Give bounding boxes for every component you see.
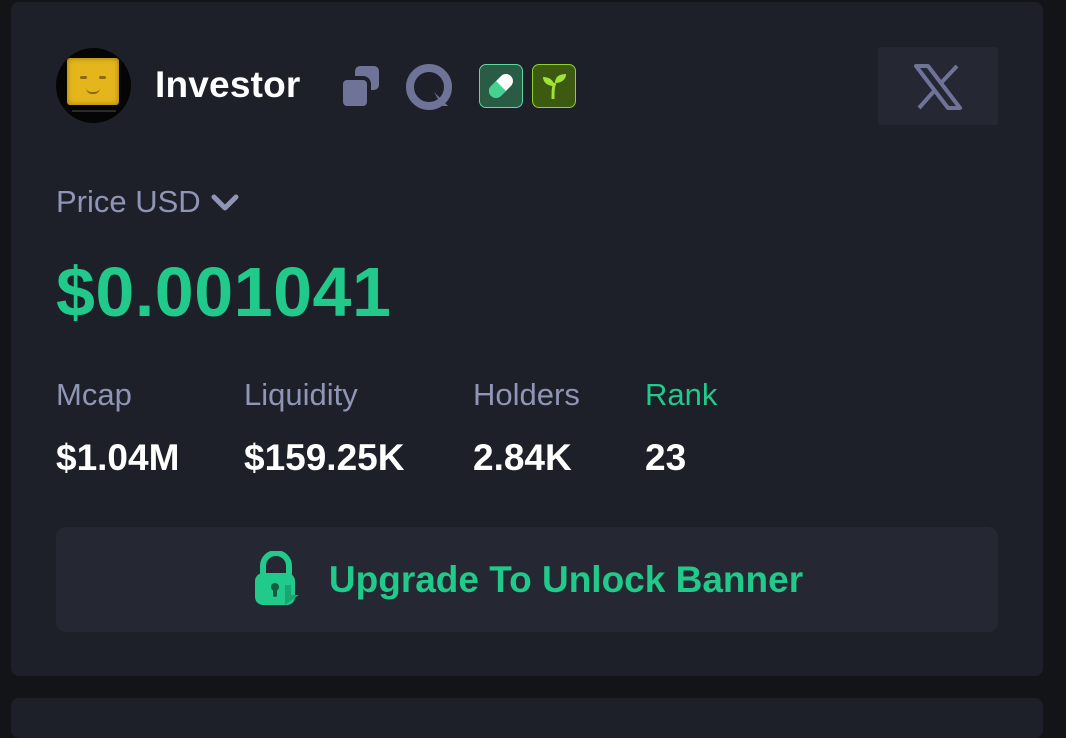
avatar-face [67,58,119,105]
stat-liquidity: Liquidity $159.25K [244,377,404,479]
chevron-down-icon [211,194,239,211]
lock-icon [254,550,299,605]
sprout-badge-icon[interactable] [532,64,576,108]
next-card [11,698,1043,738]
stat-rank[interactable]: Rank 23 [645,377,717,479]
stat-holders[interactable]: Holders 2.84K [473,377,580,479]
avatar-mouth [86,88,100,94]
stat-value: $159.25K [244,437,405,478]
stat-label: Rank [645,377,718,412]
stat-label: Holders [473,377,580,412]
avatar-eye-right [99,76,106,79]
stat-value: $1.04M [56,437,180,478]
token-name: Investor [155,64,301,105]
stat-label: Mcap [56,377,132,412]
stat-value: 23 [645,437,687,478]
x-link-button[interactable] [878,47,998,125]
token-card: Investor Price USD $0.001041 Mcap $1.04M… [11,2,1043,676]
avatar-caption [72,110,116,112]
stat-label: Liquidity [244,377,358,412]
upgrade-banner-button[interactable]: Upgrade To Unlock Banner [56,527,998,632]
price-currency-selector[interactable]: Price USD [56,184,239,220]
avatar-eye-left [80,76,87,79]
stat-mcap: Mcap $1.04M [56,377,179,479]
x-logo-icon [914,64,962,110]
pill-badge-icon[interactable] [479,64,523,108]
price-value: $0.001041 [56,253,392,331]
stat-value: 2.84K [473,437,572,478]
copy-icon[interactable] [335,62,385,112]
price-label: Price USD [56,184,201,219]
scan-icon[interactable] [404,62,454,112]
upgrade-label: Upgrade To Unlock Banner [328,558,804,600]
token-avatar[interactable] [56,48,131,123]
